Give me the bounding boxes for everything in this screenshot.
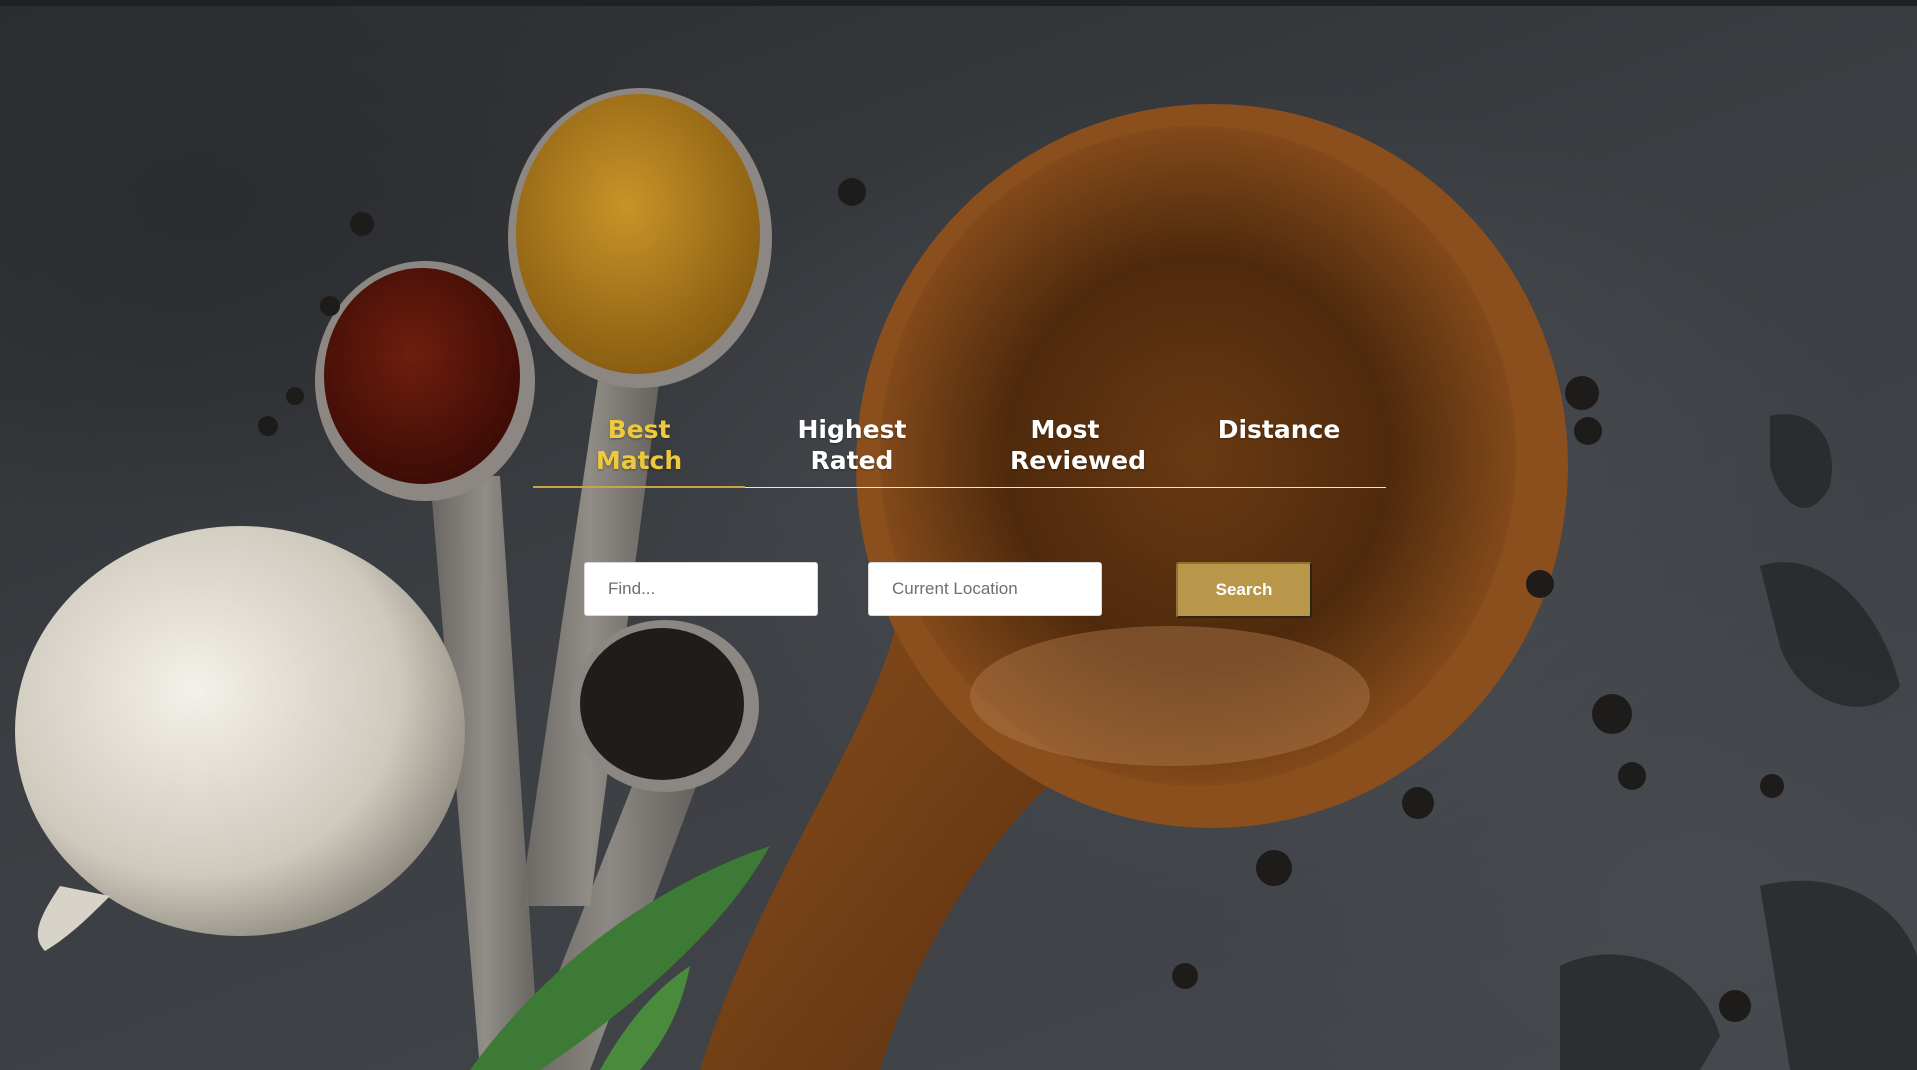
background-illustration [15,88,1917,1070]
window-top-bar [0,0,1917,6]
tab-distance[interactable]: Distance [1173,414,1385,488]
active-tab-underline [533,486,745,488]
find-input[interactable] [584,562,818,616]
tab-highest-rated[interactable]: Highest Rated [746,414,958,488]
search-button[interactable]: Search [1176,562,1312,618]
sort-tabs: Best Match Highest Rated Most Reviewed D… [533,414,1386,488]
tab-most-reviewed[interactable]: Most Reviewed [959,414,1171,488]
location-input[interactable] [868,562,1102,616]
tab-best-match[interactable]: Best Match [533,414,745,488]
tab-most-reviewed-label: Most Reviewed [1010,415,1146,475]
tab-best-match-label: Best Match [595,415,683,475]
tab-distance-label: Distance [1217,415,1341,444]
background-photo [0,6,1917,1070]
tab-highest-rated-label: Highest Rated [797,415,907,475]
